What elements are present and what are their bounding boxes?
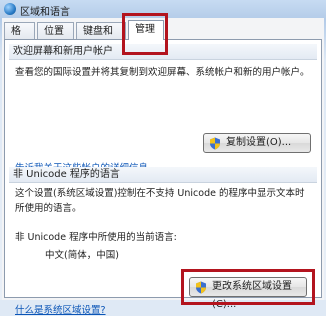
- unicode-group-header: 非 Unicode 程序的语言: [9, 167, 317, 183]
- copy-settings-button[interactable]: 复制设置(O)...: [203, 133, 311, 153]
- welcome-description: 查看您的国际设置并将其复制到欢迎屏幕、系统帐户和新的用户帐户。: [15, 67, 310, 78]
- current-language-label: 非 Unicode 程序中所使用的当前语言:: [15, 232, 177, 243]
- region-language-dialog: 区域和语言 格式 位置 键盘和语言 管理 欢迎屏幕和新用户帐户 查看您的国际设置…: [0, 0, 326, 316]
- window-title: 区域和语言: [20, 7, 70, 18]
- current-language-value: 中文(简体，中国): [45, 250, 119, 261]
- globe-icon: [4, 3, 16, 15]
- tab-highlight-box: [122, 13, 168, 55]
- tab-keyboards-languages[interactable]: 键盘和语言: [76, 22, 126, 54]
- tab-location[interactable]: 位置: [37, 22, 74, 39]
- uac-shield-icon: [210, 137, 220, 150]
- what-is-system-locale-link[interactable]: 什么是系统区域设置?: [15, 302, 106, 316]
- copy-settings-label: 复制设置(O)...: [226, 137, 292, 148]
- unicode-description: 这个设置(系统区域设置)控制在不支持 Unicode 的程序中显示文本时所使用的…: [15, 188, 305, 214]
- dialog-client-area: 格式 位置 键盘和语言 管理 欢迎屏幕和新用户帐户 查看您的国际设置并将其复制到…: [2, 13, 324, 316]
- administrative-panel: 欢迎屏幕和新用户帐户 查看您的国际设置并将其复制到欢迎屏幕、系统帐户和新的用户帐…: [4, 39, 322, 316]
- tab-formats[interactable]: 格式: [4, 22, 35, 54]
